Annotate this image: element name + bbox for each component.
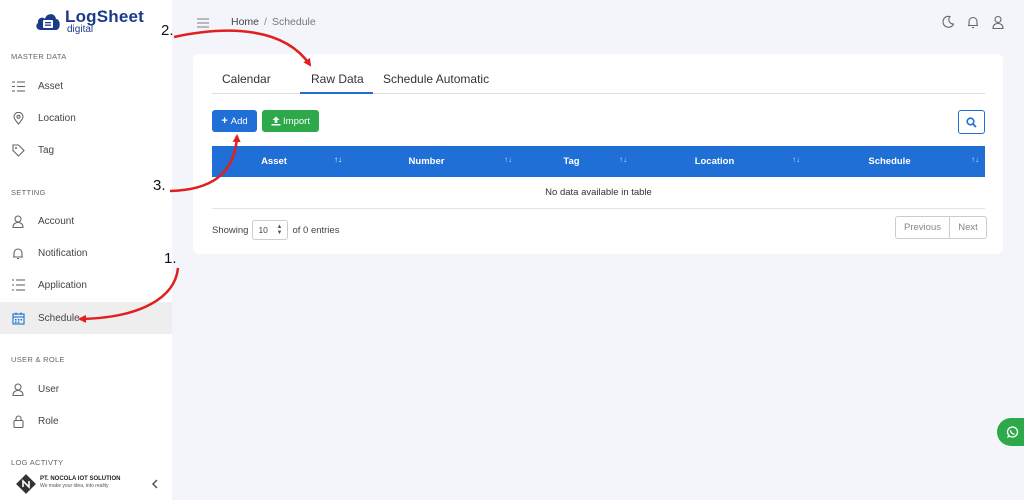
search-icon	[966, 116, 977, 128]
tag-icon	[11, 143, 25, 157]
annotation-step1-label: 1.	[164, 250, 177, 267]
select-arrows-icon: ▲ ▼	[276, 224, 283, 236]
company-tagline: We make your idea, into reality	[40, 483, 109, 489]
cloud-logo-icon	[36, 14, 60, 30]
chevron-left-icon	[151, 479, 158, 489]
table-header: Asset ↑↓ Number ↑↓ Tag ↑↓ Location ↑↓ Sc…	[212, 146, 985, 177]
moon-icon	[942, 15, 955, 28]
column-label: Tag	[563, 156, 580, 167]
column-label: Location	[694, 156, 735, 167]
lock-icon	[11, 414, 25, 428]
sort-icon: ↑↓	[971, 155, 979, 164]
sidebar-item-label: User	[38, 383, 60, 395]
entries-info: of 0 entries	[292, 224, 340, 236]
section-user-role: USER & ROLE	[11, 355, 65, 364]
hamburger-icon	[197, 18, 209, 28]
showing-label: Showing	[212, 224, 249, 236]
sidebar-item-notification[interactable]: Notification	[0, 237, 172, 269]
page-size-select[interactable]: 10 ▲ ▼	[252, 220, 289, 240]
sidebar-item-application[interactable]: Application	[0, 269, 172, 301]
breadcrumb-current: Schedule	[271, 16, 316, 28]
user-icon	[992, 15, 1004, 30]
whatsapp-icon	[1006, 425, 1019, 438]
section-master-data: MASTER DATA	[11, 52, 67, 61]
breadcrumb: Home / Schedule	[231, 16, 316, 28]
import-button[interactable]: Import	[262, 110, 319, 132]
add-button-label: Add	[230, 115, 248, 127]
empty-table-message: No data available in table	[212, 177, 985, 209]
column-header-location[interactable]: Location	[626, 146, 803, 177]
column-header-schedule[interactable]: Schedule	[803, 146, 976, 177]
sidebar-item-label: Notification	[38, 247, 88, 259]
search-button[interactable]	[958, 110, 985, 134]
annotation-step3-label: 3.	[153, 177, 166, 194]
sort-icon: ↑↓	[504, 155, 512, 164]
sidebar-item-schedule[interactable]: Schedule	[0, 302, 172, 334]
sidebar-item-tag[interactable]: Tag	[0, 134, 172, 166]
column-header-tag[interactable]: Tag	[517, 146, 626, 177]
page-size-value: 10	[258, 225, 268, 235]
page-length-control: Showing 10 ▲ ▼ of 0 entries	[212, 220, 339, 240]
list-check-icon	[11, 278, 25, 292]
dark-mode-toggle[interactable]	[941, 15, 955, 29]
upload-icon	[271, 116, 281, 126]
breadcrumb-separator: /	[264, 16, 267, 28]
menu-toggle-button[interactable]	[197, 16, 209, 28]
sidebar-item-asset[interactable]: Asset	[0, 70, 172, 102]
section-log-activity: LOG ACTIVTY	[11, 458, 64, 467]
bell-icon	[11, 246, 25, 260]
sidebar-item-account[interactable]: Account	[0, 205, 172, 237]
import-button-label: Import	[283, 115, 310, 127]
sidebar-item-label: Schedule	[38, 312, 80, 324]
breadcrumb-home-link[interactable]: Home	[231, 16, 259, 28]
annotation-step2-label: 2.	[161, 22, 174, 39]
tab-calendar[interactable]: Calendar	[222, 72, 271, 86]
sidebar-item-user[interactable]: User	[0, 373, 172, 405]
column-label: Schedule	[868, 156, 911, 167]
tab-schedule-automatic[interactable]: Schedule Automatic	[383, 72, 489, 86]
sidebar-item-label: Account	[38, 215, 75, 227]
calendar-icon	[11, 311, 25, 325]
list-icon	[11, 79, 25, 93]
app-logo[interactable]: LogSheet digital	[34, 7, 154, 37]
column-label: Asset	[261, 156, 287, 167]
tab-bar: Calendar Raw Data Schedule Automatic	[212, 66, 985, 94]
next-page-button[interactable]: Next	[950, 217, 986, 238]
company-logo: PT. NOCOLA IOT SOLUTION We make your ide…	[16, 474, 156, 494]
schedule-card: Calendar Raw Data Schedule Automatic + Ad…	[193, 54, 1003, 254]
column-header-asset[interactable]: Asset	[212, 146, 336, 177]
previous-page-button[interactable]: Previous	[896, 217, 950, 238]
sidebar-item-location[interactable]: Location	[0, 102, 172, 134]
user-menu-button[interactable]	[991, 15, 1005, 30]
sidebar-item-label: Location	[38, 112, 76, 124]
sidebar-item-label: Role	[38, 415, 59, 427]
user-icon	[11, 214, 25, 228]
sidebar-item-label: Application	[38, 279, 87, 291]
active-tab-indicator	[300, 92, 373, 94]
notifications-button[interactable]	[966, 15, 980, 29]
column-header-number[interactable]: Number	[336, 146, 517, 177]
collapse-sidebar-button[interactable]	[149, 477, 161, 489]
sidebar-item-role[interactable]: Role	[0, 405, 172, 437]
whatsapp-chat-button[interactable]	[997, 418, 1024, 446]
company-emblem-icon	[16, 474, 36, 494]
add-button[interactable]: + Add	[212, 110, 257, 132]
user-icon	[11, 382, 25, 396]
company-name: PT. NOCOLA IOT SOLUTION	[40, 476, 121, 482]
plus-icon: +	[221, 115, 228, 127]
pagination: Previous Next	[895, 216, 987, 239]
column-label: Number	[408, 156, 445, 167]
section-setting: SETTING	[11, 188, 46, 197]
sidebar: LogSheet digital MASTER DATA Asset Locat…	[0, 0, 172, 500]
bell-icon	[968, 16, 978, 29]
sidebar-item-label: Tag	[38, 144, 55, 156]
sidebar-item-label: Asset	[38, 80, 64, 92]
sort-icon: ↑↓	[792, 155, 800, 164]
brand-subtitle: digital	[67, 24, 94, 35]
schedule-table: Asset ↑↓ Number ↑↓ Tag ↑↓ Location ↑↓ Sc…	[212, 146, 985, 209]
map-pin-icon	[11, 111, 25, 125]
tab-raw-data[interactable]: Raw Data	[311, 72, 364, 86]
